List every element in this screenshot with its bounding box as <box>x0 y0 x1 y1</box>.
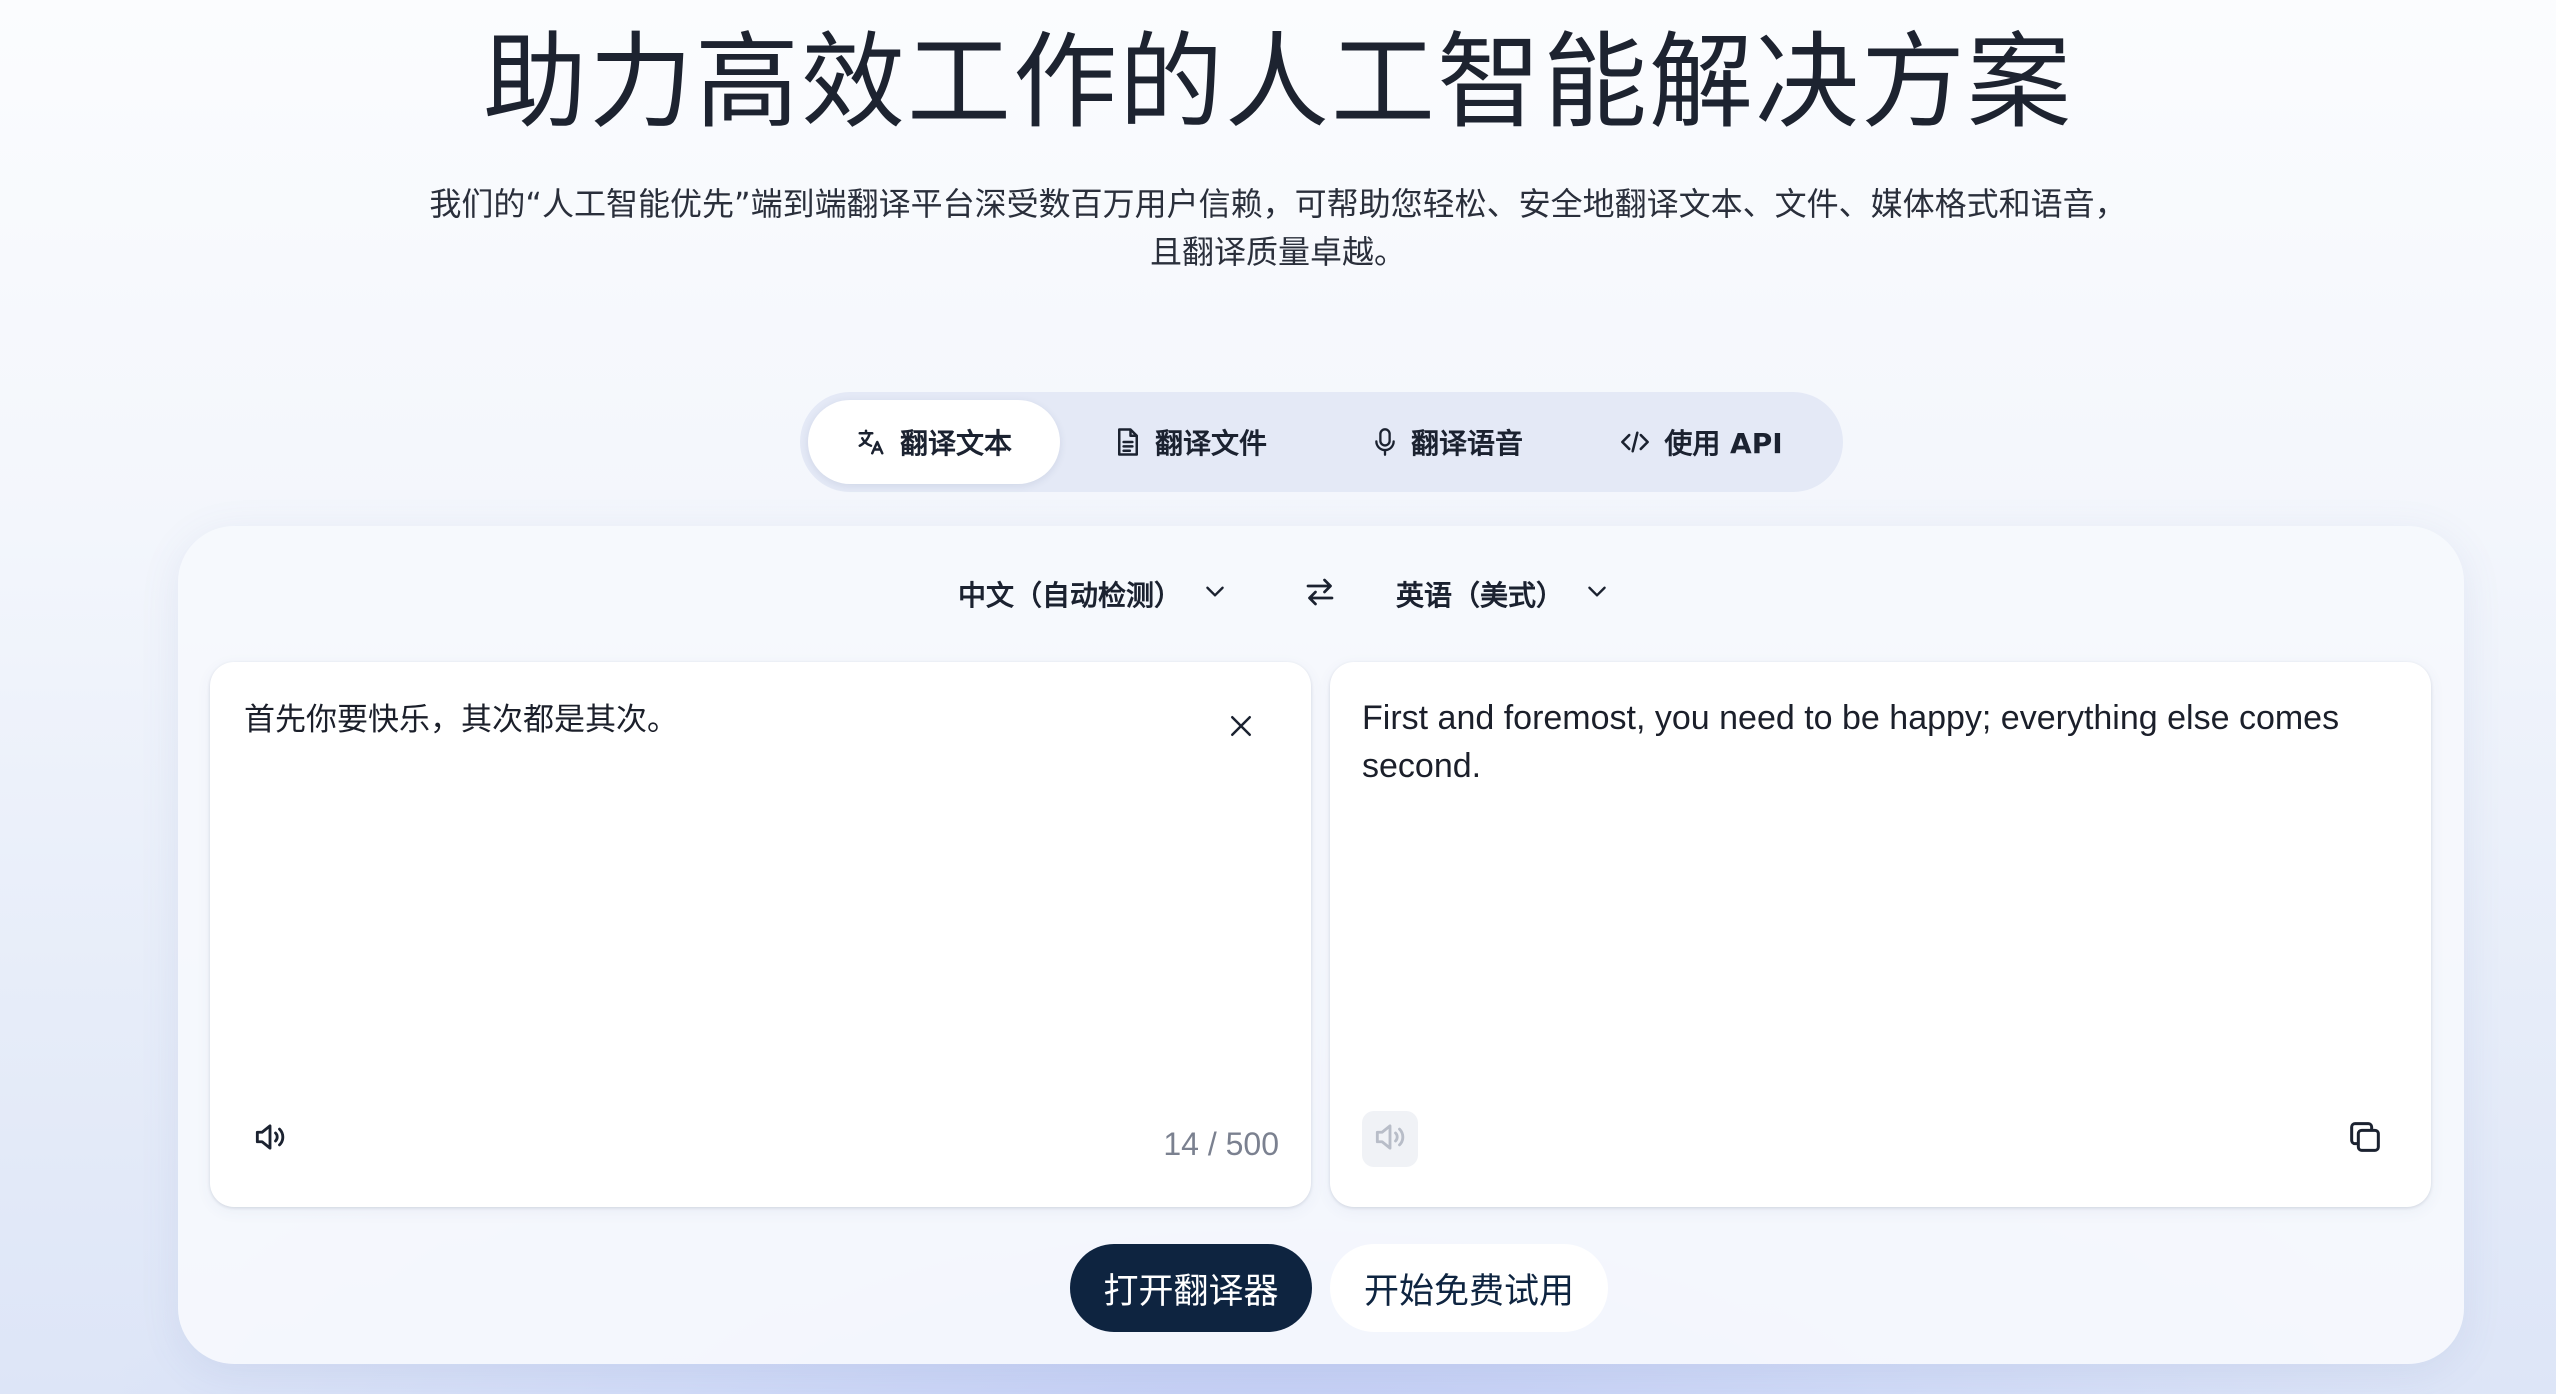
source-speak-button[interactable] <box>242 1111 298 1167</box>
translator-card: 中文（自动检测） 英语（美式） 首先你要快乐，其次都是其次。 14 / 500 … <box>178 526 2464 1364</box>
source-language-select[interactable]: 中文（自动检测） <box>958 564 1228 624</box>
hero-title: 助力高效工作的人工智能解决方案 <box>482 21 2073 143</box>
tab-translate-speech[interactable]: 翻译语音 <box>1322 400 1574 484</box>
tab-label: 使用 API <box>1664 427 1783 460</box>
source-text-input[interactable]: 首先你要快乐，其次都是其次。 <box>244 696 678 744</box>
tab-use-api[interactable]: 使用 API <box>1574 400 1829 484</box>
source-text-panel[interactable]: 首先你要快乐，其次都是其次。 14 / 500 <box>210 662 1311 1207</box>
copy-translation-button[interactable] <box>2337 1111 2393 1167</box>
open-translator-button[interactable]: 打开翻译器 <box>1070 1244 1312 1332</box>
tab-label: 翻译文本 <box>899 427 1012 460</box>
translate-icon <box>856 427 886 457</box>
tab-translate-text[interactable]: 翻译文本 <box>808 400 1060 484</box>
tab-label: 翻译文件 <box>1154 427 1267 460</box>
tab-translate-files[interactable]: 翻译文件 <box>1060 400 1322 484</box>
translated-text: First and foremost, you need to be happy… <box>1362 699 2340 785</box>
target-text-panel: First and foremost, you need to be happy… <box>1330 662 2431 1207</box>
start-free-trial-button[interactable]: 开始免费试用 <box>1330 1244 1608 1332</box>
target-language-select[interactable]: 英语（美式） <box>1396 564 1610 624</box>
chevron-down-icon <box>1584 578 1610 611</box>
language-bar: 中文（自动检测） 英语（美式） <box>178 564 2464 624</box>
speaker-icon <box>251 1118 289 1160</box>
hero-subtitle: 我们的“人工智能优先”端到端翻译平台深受数百万用户信赖，可帮助您轻松、安全地翻译… <box>429 185 2127 271</box>
close-icon <box>1226 711 1256 745</box>
speaker-icon <box>1371 1118 1409 1160</box>
character-count: 14 / 500 <box>1163 1126 1279 1162</box>
document-icon <box>1115 427 1141 457</box>
mode-tabs: 翻译文本 翻译文件 翻译语音 使用 API <box>800 392 1843 492</box>
tab-label: 翻译语音 <box>1410 427 1523 460</box>
source-language-label: 中文（自动检测） <box>958 579 1183 612</box>
clear-text-button[interactable] <box>1221 708 1261 748</box>
target-language-label: 英语（美式） <box>1396 579 1565 612</box>
microphone-icon <box>1373 427 1397 457</box>
chevron-down-icon <box>1202 578 1228 611</box>
code-icon <box>1620 428 1650 456</box>
copy-icon <box>2345 1117 2385 1161</box>
swap-languages-button[interactable] <box>1298 572 1342 616</box>
swap-icon <box>1302 574 1338 614</box>
target-speak-button[interactable] <box>1362 1111 1418 1167</box>
